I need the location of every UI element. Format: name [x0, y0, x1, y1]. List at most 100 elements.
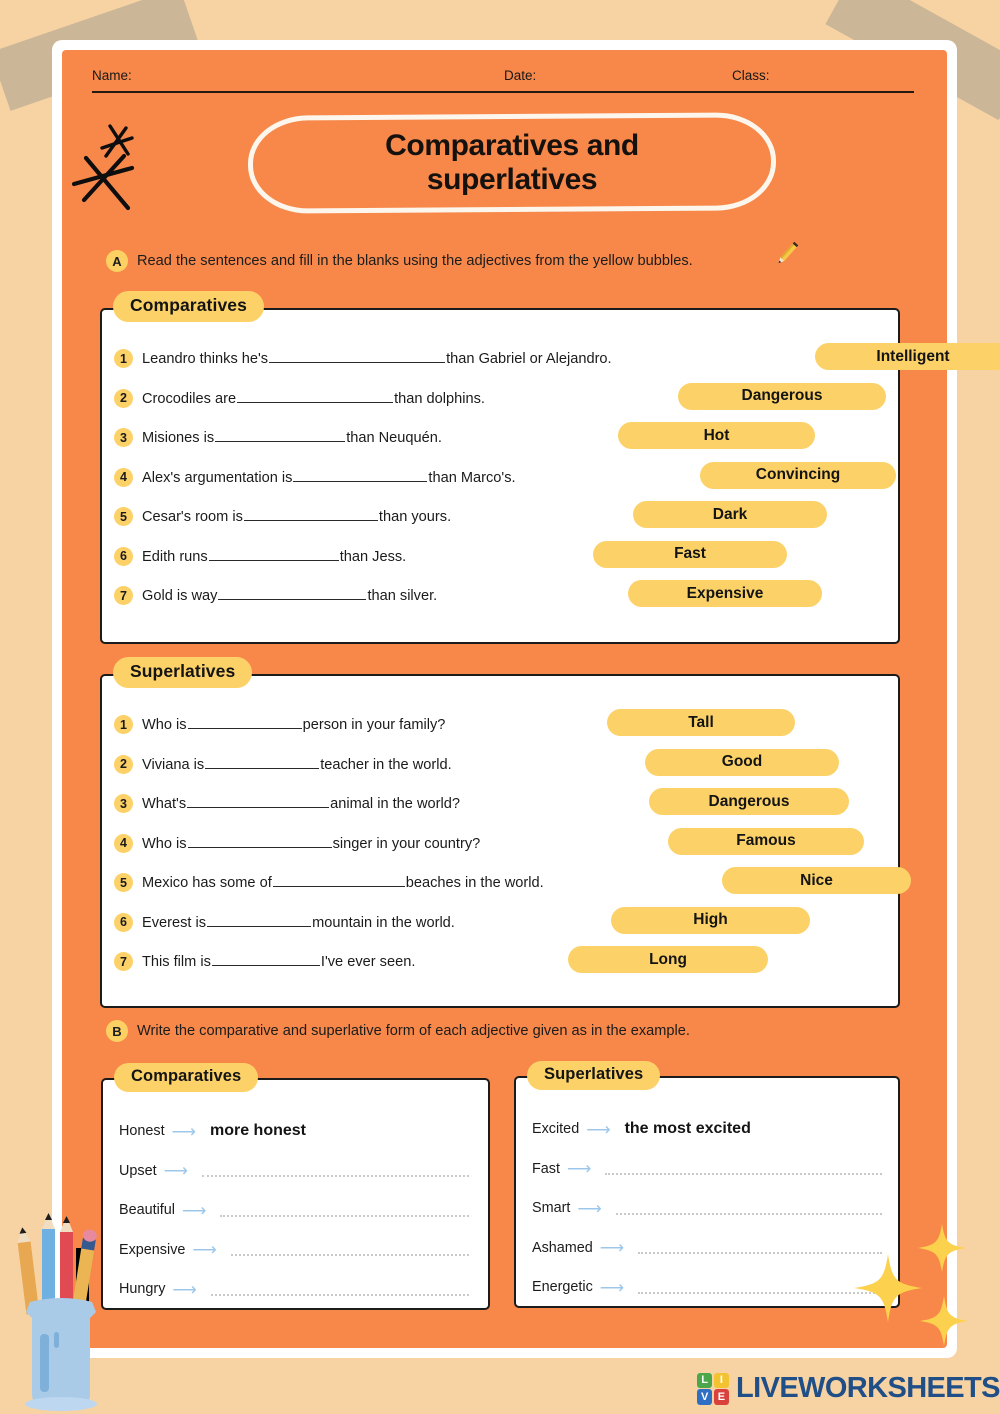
logo-tile-l: L [697, 1372, 713, 1388]
sentence-after-blank: person in your family? [302, 717, 446, 733]
adjective-bubble[interactable]: Expensive [628, 580, 822, 607]
exercise-number: 4 [114, 833, 133, 853]
adjective-bubble[interactable]: Long [568, 946, 768, 973]
logo-tile-e: E [713, 1389, 729, 1405]
sparkles-icon [854, 1224, 968, 1346]
pencil-icon [778, 241, 799, 264]
exercise-sentence: Alex's argumentation is than Marco's. [142, 466, 516, 486]
exercise-number: 3 [114, 428, 133, 447]
exercise-sentence: What's animal in the world? [142, 792, 460, 812]
sentence-before-blank: Everest is [142, 914, 207, 931]
logo-tile-v: V [697, 1389, 713, 1405]
adjective-bubble[interactable]: Dangerous [678, 382, 886, 410]
adjective-base-word: Expensive [119, 1241, 186, 1258]
sentence-after-blank: beaches in the world. [405, 875, 544, 891]
adjective-bubble[interactable]: Dark [633, 501, 827, 528]
answer-blank[interactable] [207, 911, 312, 927]
arrow-right-icon: ⟶ [192, 1240, 217, 1259]
instruction-b-text: Write the comparative and superlative fo… [137, 1023, 690, 1039]
adjective-base-word: Excited [532, 1121, 580, 1137]
instruction-b: B Write the comparative and superlative … [106, 1020, 690, 1042]
adjective-bubble[interactable]: Hot [618, 422, 815, 449]
exercise-row: 2 Viviana is teacher in the world. Good [100, 748, 896, 789]
arrow-right-icon: ⟶ [163, 1161, 188, 1180]
sentence-after-blank: mountain in the world. [312, 914, 455, 931]
instruction-a-text: Read the sentences and fill in the blank… [137, 253, 693, 269]
exercise-number: 7 [114, 952, 133, 971]
sentence-before-blank: Viviana is [142, 756, 205, 773]
exercise-row: 7 Gold is way than silver. Expensive [100, 580, 896, 620]
arrow-right-icon: ⟶ [599, 1277, 625, 1297]
adjective-bubble[interactable]: Intelligent [815, 343, 1000, 370]
instruction-a-badge: A [106, 250, 128, 272]
sentence-before-blank: Alex's argumentation is [142, 469, 293, 486]
answer-blank[interactable] [293, 466, 428, 482]
instruction-b-badge: B [106, 1020, 128, 1042]
adjective-bubble[interactable]: Nice [722, 867, 911, 894]
adjective-form-blank[interactable] [615, 1202, 882, 1215]
adjective-form-row: Ashamed ⟶ [532, 1229, 882, 1267]
answer-blank[interactable] [211, 950, 320, 966]
adjective-bubble[interactable]: Famous [668, 827, 864, 855]
adjective-base-word: Upset [119, 1162, 157, 1179]
adjective-form-row: Upset ⟶ [119, 1152, 469, 1190]
date-label: Date: [504, 68, 537, 83]
exercise-sentence: Who is singer in your country? [142, 832, 480, 852]
exercise-row: 6 Edith runs than Jess. Fast [100, 540, 896, 581]
adjective-bubble[interactable]: Tall [607, 709, 795, 736]
adjective-form-blank[interactable] [210, 1283, 469, 1296]
adjective-bubble[interactable]: Good [645, 748, 839, 776]
adjective-form-blank[interactable] [605, 1162, 882, 1175]
adjective-bubble[interactable]: Fast [593, 540, 787, 568]
asterisk-doodle-icon [71, 124, 135, 211]
sentence-before-blank: Edith runs [142, 548, 208, 565]
sentence-before-blank: Mexico has some of [142, 875, 272, 891]
answer-blank[interactable] [237, 387, 394, 403]
answer-blank[interactable] [205, 753, 320, 769]
answer-blank[interactable] [269, 347, 446, 363]
exercise-sentence: Edith runs than Jess. [142, 545, 406, 565]
adjective-form-blank[interactable] [201, 1164, 469, 1177]
answer-blank[interactable] [187, 792, 330, 808]
liveworksheets-logo[interactable]: LIVE LIVEWORKSHEETS [697, 1372, 1000, 1405]
adjective-form-row: Energetic ⟶ [532, 1268, 882, 1306]
pencil-jar-icon [17, 1213, 97, 1411]
adjective-bubble[interactable]: Dangerous [649, 788, 849, 815]
adjective-form-row: Honest ⟶ more honest [119, 1112, 469, 1150]
page-title: Comparatives and superlatives [247, 112, 777, 214]
adjective-bubble[interactable]: Convincing [700, 461, 896, 489]
adjective-form-blank[interactable] [230, 1243, 469, 1256]
exercise-number: 4 [114, 467, 133, 487]
sentence-after-blank: than Neuquén. [346, 430, 442, 446]
sentence-after-blank: animal in the world? [330, 796, 460, 812]
exercise-number: 6 [114, 912, 133, 932]
exercise-sentence: Gold is way than silver. [142, 584, 437, 604]
exercise-sentence: Who is person in your family? [142, 713, 445, 733]
section-b-superlatives-tab-label: Superlatives [527, 1061, 661, 1090]
answer-blank[interactable] [208, 545, 339, 561]
class-label: Class: [732, 68, 770, 83]
exercise-row: 3 What's animal in the world? Dangerous [100, 788, 896, 828]
exercise-number: 3 [114, 794, 133, 813]
adjective-base-word: Honest [119, 1123, 165, 1139]
name-label: Name: [92, 68, 132, 83]
arrow-right-icon: ⟶ [171, 1121, 196, 1141]
sentence-before-blank: Who is [142, 717, 187, 733]
adjective-base-word: Ashamed [532, 1239, 593, 1256]
answer-blank[interactable] [272, 871, 405, 887]
answer-blank[interactable] [218, 584, 367, 600]
adjective-form-blank[interactable] [220, 1204, 469, 1217]
adjective-bubble[interactable]: High [611, 906, 810, 934]
adjective-form-row: Excited ⟶ the most excited [532, 1110, 882, 1148]
answer-blank[interactable] [187, 832, 332, 848]
adjective-form-row: Expensive ⟶ [119, 1231, 469, 1269]
sentence-before-blank: Cesar's room is [142, 509, 243, 525]
logo-tile-i: I [713, 1372, 729, 1388]
answer-blank[interactable] [187, 713, 302, 729]
sentence-before-blank: Misiones is [142, 430, 215, 446]
sentence-before-blank: What's [142, 796, 187, 812]
answer-blank[interactable] [243, 505, 378, 521]
exercise-number: 1 [114, 349, 133, 368]
exercise-number: 7 [114, 586, 133, 605]
answer-blank[interactable] [215, 426, 346, 442]
